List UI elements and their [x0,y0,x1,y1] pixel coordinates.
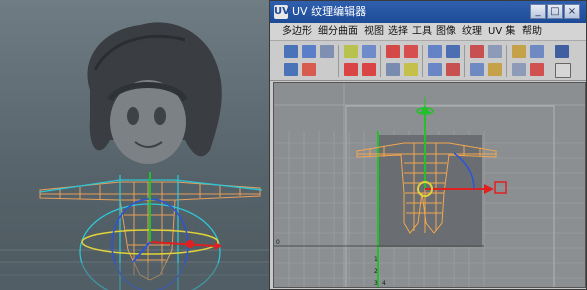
uv-texture-editor-window[interactable]: UV UV 纹理编辑器 _ □ × 多边形 细分曲面 视图 选择 工具 图像 纹… [269,0,587,290]
distribute-icon[interactable] [446,63,460,76]
menu-subdiv[interactable]: 细分曲面 [318,23,358,41]
isolate-icon[interactable] [488,63,502,76]
menu-view[interactable]: 视图 [364,23,384,41]
menu-select[interactable]: 选择 [388,23,408,41]
uv-grid-row-label: 0 [276,239,280,246]
translate-tool-icon[interactable] [284,45,298,58]
close-button[interactable]: × [564,4,580,19]
unfold-icon[interactable] [344,63,358,76]
move-sew-icon[interactable] [488,45,502,58]
shade-icon[interactable] [512,63,526,76]
flip-uv-icon[interactable] [344,45,358,58]
rotate-tool-icon[interactable] [302,45,316,58]
maximize-button[interactable]: □ [547,4,563,19]
menu-polygons[interactable]: 多边形 [282,23,312,41]
uv-lattice-icon[interactable] [284,63,298,76]
pin-icon[interactable] [470,63,484,76]
uv-app-icon: UV [274,5,290,19]
scale-tool-icon[interactable] [320,45,334,58]
uv-editor-menubar: 多边形 细分曲面 视图 选择 工具 图像 纹理 UV 集 帮助 [270,23,586,41]
checker-icon[interactable] [555,45,569,58]
uv-grid-label-2: 2 [374,268,378,275]
uv-grid-label-1: 1 [374,256,378,263]
straighten-icon[interactable] [386,63,400,76]
uv-editor-toolbar [270,41,586,81]
grid-uv-icon[interactable] [428,45,442,58]
menu-help[interactable]: 帮助 [522,23,542,41]
uv-grid: 0 1 2 3 4 [274,83,585,287]
display-toggle-icon[interactable] [555,63,571,78]
snap-icon[interactable] [446,45,460,58]
menu-tools[interactable]: 工具 [412,23,432,41]
relax-icon[interactable] [362,63,376,76]
uv-editor-titlebar[interactable]: UV UV 纹理编辑器 _ □ × [270,1,586,23]
window-title: UV 纹理编辑器 [292,5,367,18]
sew-uv-icon[interactable] [404,45,418,58]
texture-border-icon[interactable] [530,63,544,76]
uv-grid-label-4: 4 [382,280,386,287]
image-display-icon[interactable] [530,45,544,58]
layout-icon[interactable] [512,45,526,58]
menu-textures[interactable]: 纹理 [462,23,482,41]
menu-uv-sets[interactable]: UV 集 [488,23,515,41]
character-face [107,80,188,164]
minimize-button[interactable]: _ [530,4,546,19]
normalize-icon[interactable] [428,63,442,76]
uv-canvas[interactable]: 0 1 2 3 4 [273,82,586,288]
select-shell-icon[interactable] [470,45,484,58]
cut-uv-icon[interactable] [386,45,400,58]
align-icon[interactable] [404,63,418,76]
uv-grid-label-3: 3 [374,280,378,287]
menu-image[interactable]: 图像 [436,23,456,41]
rotate-uv-icon[interactable] [362,45,376,58]
smudge-uv-icon[interactable] [302,63,316,76]
